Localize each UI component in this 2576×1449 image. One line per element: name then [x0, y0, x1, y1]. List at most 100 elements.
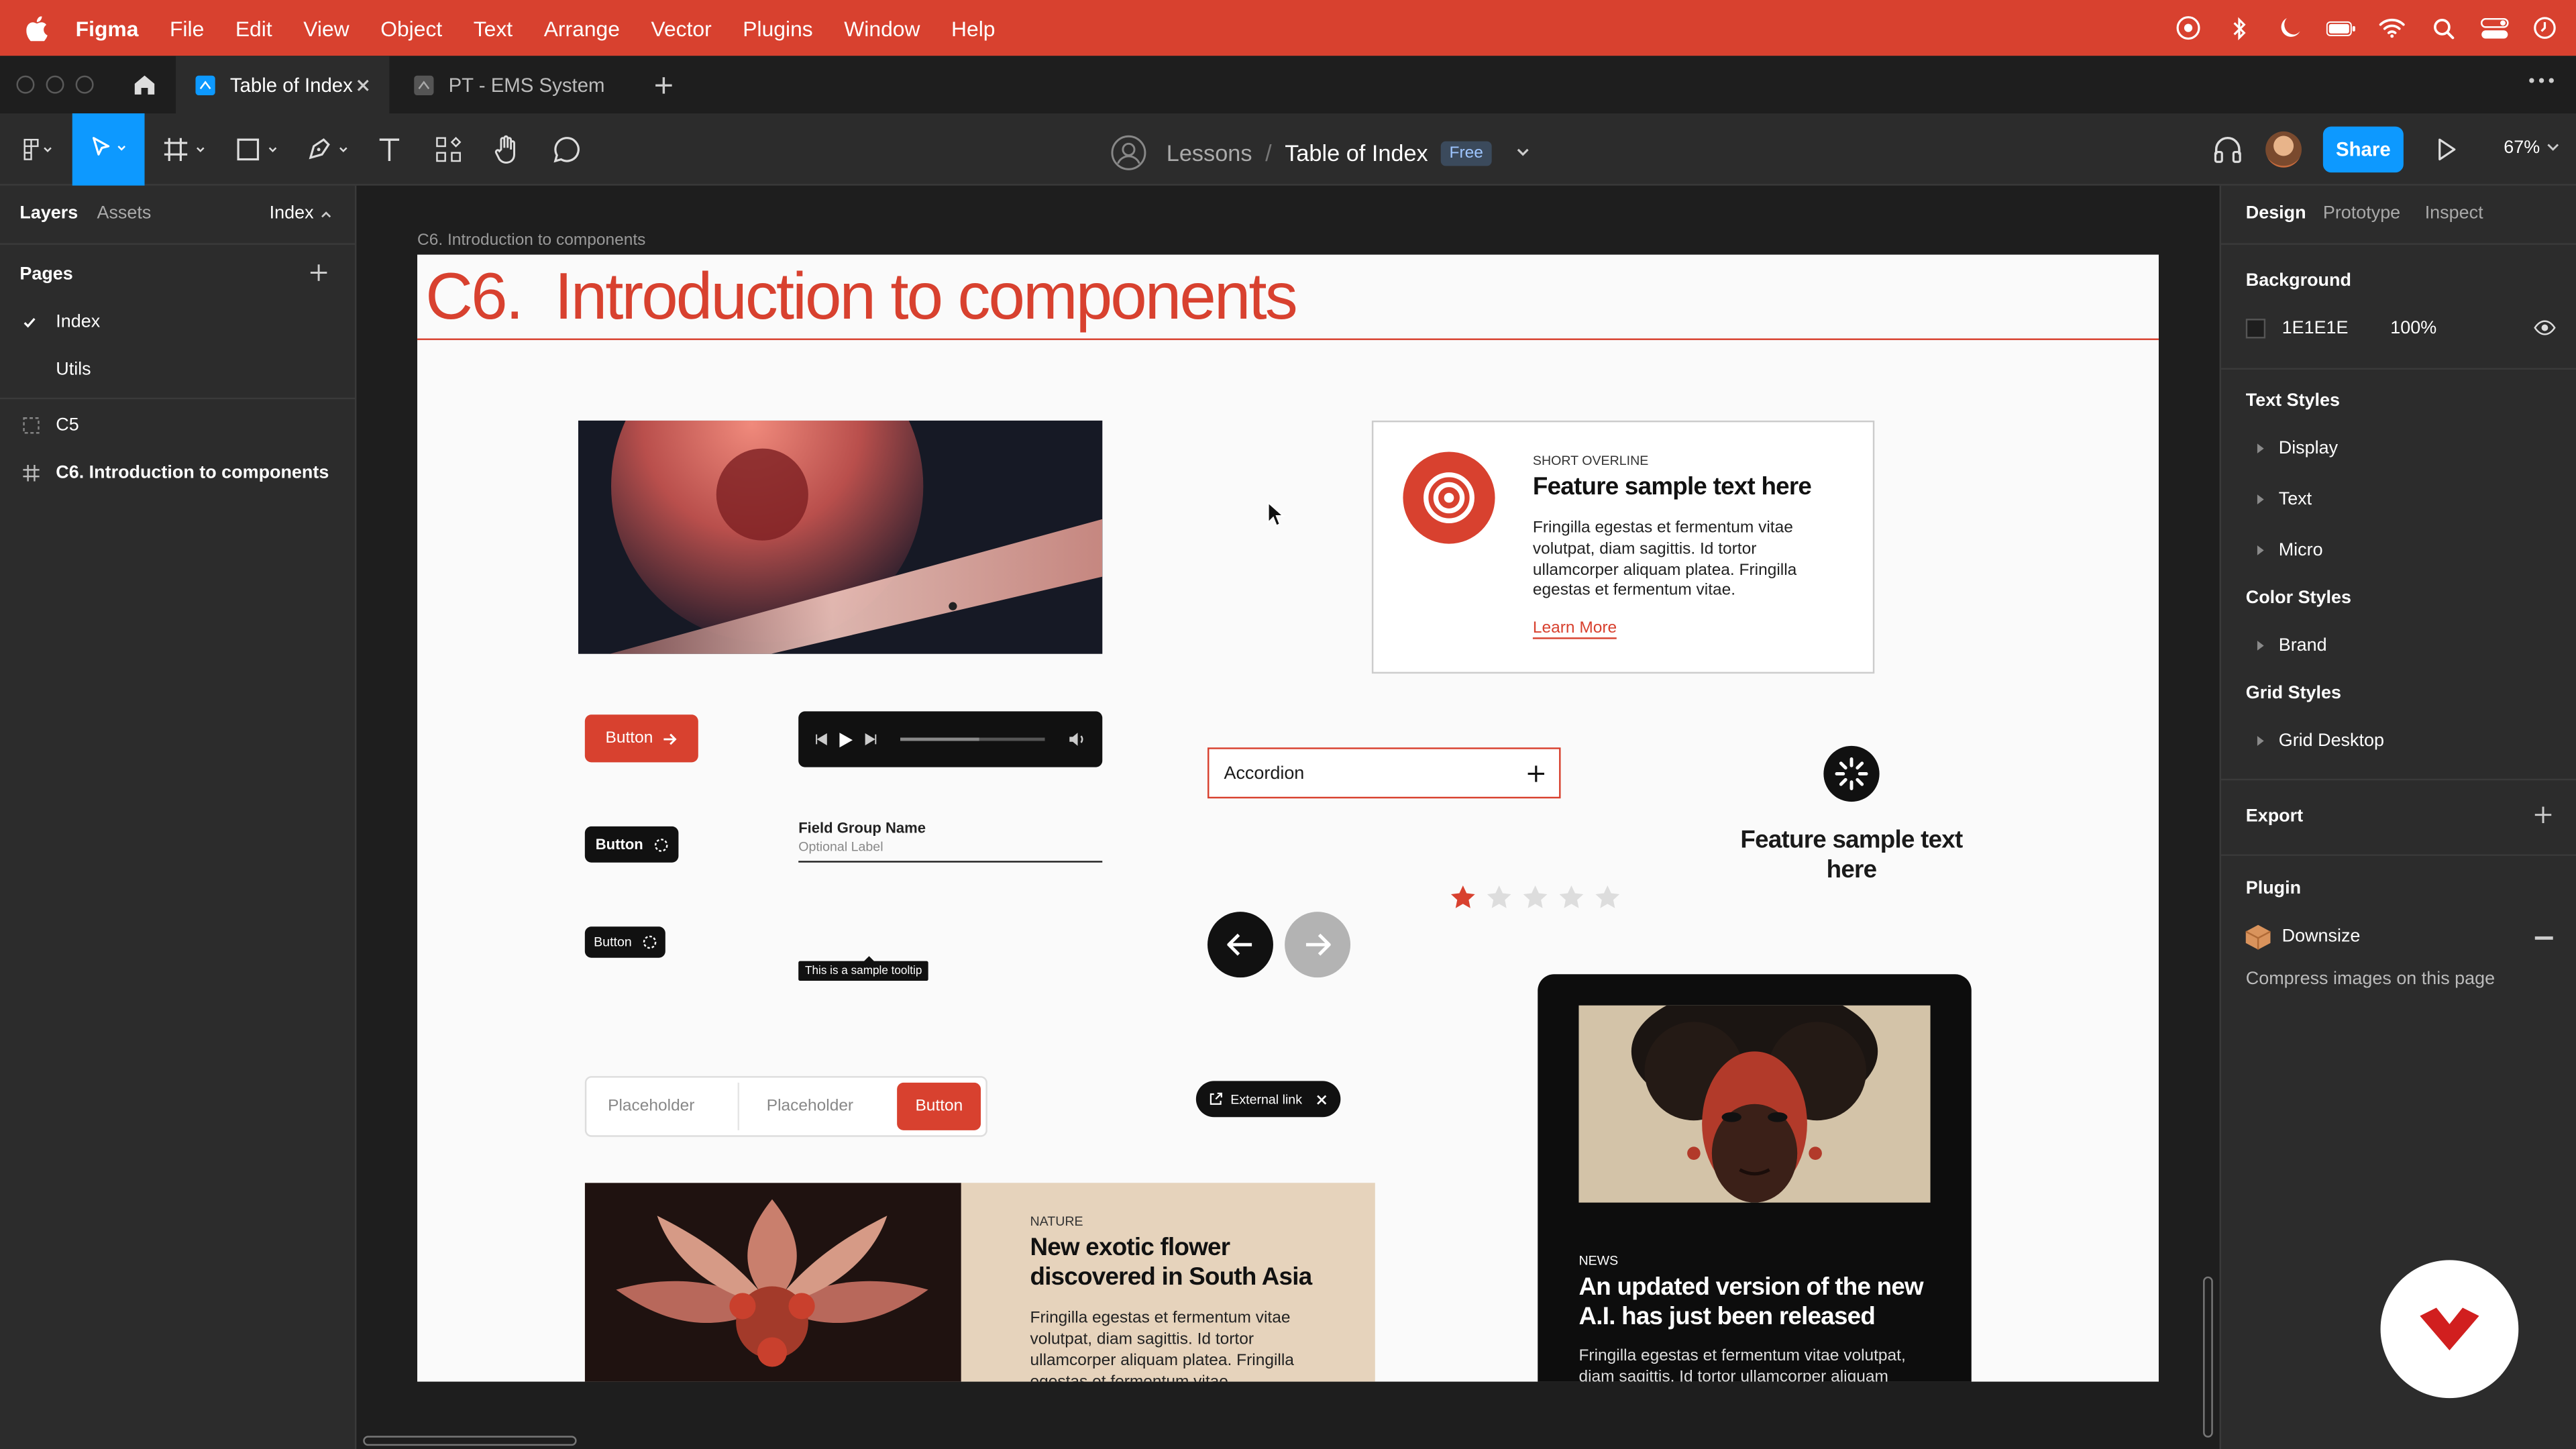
star-empty-icon[interactable] — [1594, 884, 1622, 910]
moon-icon[interactable] — [2275, 15, 2305, 41]
tab-layers[interactable]: Layers — [19, 204, 78, 223]
input-placeholder-1[interactable]: Placeholder — [592, 1082, 739, 1130]
tab-assets[interactable]: Assets — [97, 204, 151, 223]
menu-object[interactable]: Object — [380, 15, 442, 40]
bluetooth-icon[interactable] — [2224, 15, 2254, 41]
text-style-display[interactable]: Display — [2257, 439, 2338, 458]
star-empty-icon[interactable] — [1485, 884, 1513, 910]
learn-more-link[interactable]: Learn More — [1532, 619, 1617, 639]
plugin-name[interactable]: Downsize — [2282, 926, 2361, 946]
share-button[interactable]: Share — [2322, 126, 2404, 173]
frame-c6[interactable]: C6. Introduction to components SHORT OVE… — [417, 254, 2159, 1382]
text-tool-button[interactable] — [371, 113, 407, 186]
background-opacity[interactable]: 100% — [2390, 319, 2436, 338]
chevron-down-icon[interactable] — [1514, 148, 1530, 158]
window-minimize-button[interactable] — [46, 75, 64, 94]
menu-vector[interactable]: Vector — [651, 15, 711, 40]
menu-view[interactable]: View — [303, 15, 349, 40]
page-item-index[interactable]: Index — [23, 312, 100, 332]
breadcrumb-project[interactable]: Lessons — [1167, 140, 1252, 166]
tab-design[interactable]: Design — [2246, 204, 2306, 223]
audio-button[interactable] — [2213, 135, 2243, 164]
canvas[interactable]: C6. Introduction to components C6. Intro… — [356, 185, 2220, 1449]
menu-text[interactable]: Text — [474, 15, 513, 40]
new-tab-button[interactable] — [651, 72, 677, 99]
field-underline[interactable] — [798, 861, 1103, 863]
window-zoom-button[interactable] — [75, 75, 94, 94]
tab-table-of-index[interactable]: Table of Index — [176, 56, 390, 113]
grid-style-desktop[interactable]: Grid Desktop — [2257, 731, 2384, 751]
page-item-utils[interactable]: Utils — [56, 360, 91, 379]
layer-item-c6[interactable]: C6. Introduction to components — [23, 464, 329, 483]
home-button[interactable] — [115, 56, 174, 113]
background-swatch[interactable] — [2245, 319, 2266, 339]
accordion[interactable]: Accordion — [1208, 747, 1561, 799]
tab-prototype[interactable]: Prototype — [2323, 204, 2400, 223]
primary-button[interactable]: Button — [584, 714, 698, 763]
plugin-launcher-button[interactable] — [2380, 1260, 2519, 1399]
battery-icon[interactable] — [2326, 15, 2356, 41]
move-tool-button[interactable] — [72, 113, 145, 186]
volume-icon[interactable] — [1068, 731, 1086, 747]
menu-window[interactable]: Window — [844, 15, 920, 40]
rating-stars[interactable] — [1449, 884, 1621, 910]
shape-tool-button[interactable] — [230, 113, 286, 186]
add-export-button[interactable] — [2533, 805, 2553, 824]
add-page-button[interactable] — [309, 263, 328, 282]
text-style-micro[interactable]: Micro — [2257, 541, 2323, 560]
close-icon[interactable] — [356, 78, 370, 91]
status-app-icon[interactable] — [2174, 15, 2203, 41]
audio-player[interactable] — [798, 711, 1103, 767]
search-icon[interactable] — [2428, 15, 2458, 41]
menu-edit[interactable]: Edit — [235, 15, 272, 40]
menu-file[interactable]: File — [170, 15, 204, 40]
vertical-scrollbar[interactable] — [2203, 1276, 2213, 1438]
comment-tool-button[interactable] — [549, 113, 585, 186]
clock-icon[interactable] — [2530, 15, 2559, 41]
menu-help[interactable]: Help — [951, 15, 996, 40]
close-icon[interactable] — [1316, 1093, 1327, 1105]
input-group-button[interactable]: Button — [897, 1082, 981, 1130]
tab-inspect[interactable]: Inspect — [2425, 204, 2483, 223]
more-options-button[interactable] — [2527, 76, 2557, 86]
app-name[interactable]: Figma — [76, 15, 139, 40]
star-filled-icon[interactable] — [1449, 884, 1477, 910]
visibility-toggle[interactable] — [2533, 320, 2556, 335]
pen-tool-button[interactable] — [301, 113, 356, 186]
frame-tool-button[interactable] — [158, 113, 213, 186]
apple-icon[interactable] — [26, 15, 48, 41]
user-avatar[interactable] — [2265, 131, 2302, 168]
remove-plugin-button[interactable] — [2534, 936, 2553, 939]
menu-arrange[interactable]: Arrange — [544, 15, 620, 40]
breadcrumb-file[interactable]: Table of Index — [1285, 140, 1428, 166]
star-empty-icon[interactable] — [1558, 884, 1586, 910]
progress-track[interactable] — [900, 737, 1045, 741]
skip-back-icon[interactable] — [815, 733, 828, 746]
menu-plugins[interactable]: Plugins — [743, 15, 812, 40]
skip-forward-icon[interactable] — [864, 733, 877, 746]
zoom-dropdown[interactable]: 67% — [2504, 138, 2559, 158]
main-menu-button[interactable] — [7, 113, 66, 186]
hand-tool-button[interactable] — [490, 113, 526, 186]
window-close-button[interactable] — [16, 75, 35, 94]
control-center-icon[interactable] — [2479, 15, 2509, 41]
color-style-brand[interactable]: Brand — [2257, 636, 2327, 655]
prev-button[interactable] — [1208, 912, 1273, 978]
small-button[interactable]: Button — [584, 926, 665, 958]
text-style-text[interactable]: Text — [2257, 490, 2312, 509]
star-empty-icon[interactable] — [1521, 884, 1550, 910]
background-hex[interactable]: 1E1E1E — [2282, 319, 2349, 338]
team-avatar-icon[interactable] — [1111, 135, 1147, 171]
frame-label[interactable]: C6. Introduction to components — [417, 231, 645, 250]
external-link-chip[interactable]: External link — [1195, 1081, 1340, 1118]
play-icon[interactable] — [838, 731, 854, 749]
horizontal-scrollbar[interactable] — [363, 1436, 577, 1446]
page-dropdown[interactable]: Index — [270, 204, 332, 223]
wifi-icon[interactable] — [2377, 15, 2407, 41]
input-placeholder-2[interactable]: Placeholder — [739, 1083, 898, 1130]
layer-item-c5[interactable]: C5 — [23, 416, 79, 435]
secondary-button[interactable]: Button — [584, 826, 679, 863]
present-button[interactable] — [2434, 136, 2457, 162]
next-button[interactable] — [1285, 912, 1351, 978]
tab-pt-ems-system[interactable]: PT - EMS System — [394, 56, 641, 113]
